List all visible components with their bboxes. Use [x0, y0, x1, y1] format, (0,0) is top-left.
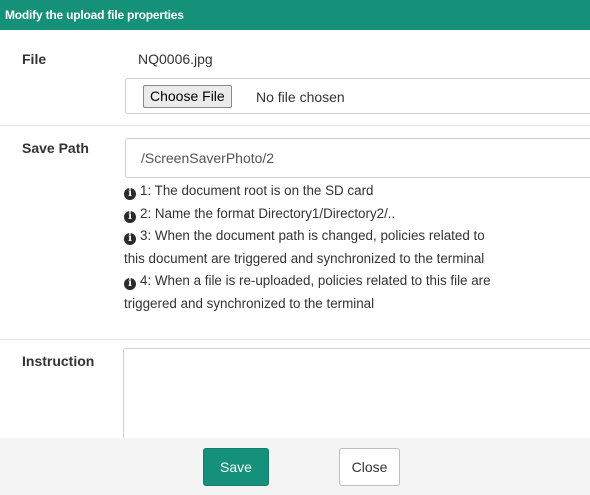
note-3-continued: this document are triggered and synchron… — [124, 250, 485, 266]
dialog-title: Modify the upload file properties — [0, 0, 590, 30]
note-text: 4: When a file is re-uploaded, policies … — [140, 273, 491, 289]
note-text: 3: When the document path is changed, po… — [140, 228, 485, 244]
instruction-row: Instruction — [0, 340, 590, 458]
instruction-label: Instruction — [22, 353, 95, 369]
choose-file-button[interactable]: Choose File — [143, 85, 232, 108]
note-4: i 4: When a file is re-uploaded, policies… — [124, 270, 590, 293]
modify-file-dialog: Modify the upload file properties File N… — [0, 0, 590, 495]
save-path-notes: i 1: The document root is on the SD card … — [124, 180, 590, 316]
note-3: i 3: When the document path is changed, p… — [124, 225, 590, 248]
dialog-footer: Save Close — [0, 438, 590, 495]
no-file-chosen-text: No file chosen — [256, 89, 345, 105]
info-icon: i — [124, 233, 136, 246]
save-path-input[interactable] — [125, 138, 590, 178]
file-input[interactable]: Choose File No file chosen — [125, 78, 590, 114]
note-1: i 1: The document root is on the SD card — [124, 180, 590, 203]
note-text: 1: The document root is on the SD card — [140, 183, 374, 198]
save-path-row: Save Path i 1: The document root is on th… — [0, 126, 590, 340]
save-path-label: Save Path — [22, 140, 89, 156]
file-row: File NQ0006.jpg Choose File No file chos… — [0, 30, 590, 126]
note-4-continued: triggered and synchronized to the termin… — [124, 295, 375, 311]
file-label: File — [22, 51, 47, 67]
current-file-name: NQ0006.jpg — [138, 51, 213, 67]
save-button[interactable]: Save — [203, 448, 269, 486]
info-icon: i — [124, 210, 136, 223]
close-button[interactable]: Close — [339, 448, 400, 486]
note-2: i 2: Name the format Directory1/Directory… — [124, 203, 590, 226]
info-icon: i — [124, 188, 136, 200]
note-text: 2: Name the format Directory1/Directory2… — [140, 205, 396, 221]
info-icon: i — [124, 278, 136, 291]
